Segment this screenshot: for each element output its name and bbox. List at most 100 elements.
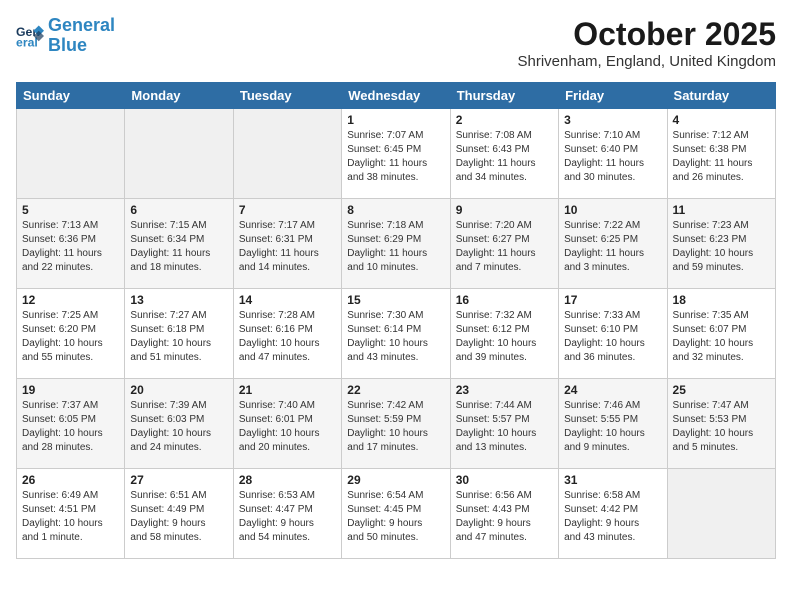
weekday-header-monday: Monday [125, 83, 233, 109]
cell-text: Sunrise: 7:12 AM Sunset: 6:38 PM Dayligh… [673, 129, 770, 185]
cell-text: Sunrise: 7:33 AM Sunset: 6:10 PM Dayligh… [564, 309, 661, 365]
calendar-week-row: 12 Sunrise: 7:25 AM Sunset: 6:20 PM Dayli… [17, 289, 776, 379]
calendar-week-row: 1 Sunrise: 7:07 AM Sunset: 6:45 PM Daylig… [17, 109, 776, 199]
day-number: 15 [347, 293, 444, 307]
calendar-cell: 19Sunrise: 7:37 AM Sunset: 6:05 PM Dayli… [17, 379, 125, 469]
calendar-week-row: 5 Sunrise: 7:13 AM Sunset: 6:36 PM Daylig… [17, 199, 776, 289]
day-number: 6 [130, 203, 227, 217]
day-number: 10 [564, 203, 661, 217]
svg-text:eral: eral [16, 35, 38, 49]
calendar-cell: 17 Sunrise: 7:33 AM Sunset: 6:10 PM Dayli… [559, 289, 667, 379]
cell-text: Sunrise: 6:56 AM Sunset: 4:43 PM Dayligh… [456, 489, 553, 545]
day-number: 19 [22, 383, 119, 397]
day-number: 26 [22, 473, 119, 487]
calendar-cell: 10Sunrise: 7:22 AM Sunset: 6:25 PM Dayli… [559, 199, 667, 289]
day-number: 29 [347, 473, 444, 487]
calendar-cell: 29 Sunrise: 6:54 AM Sunset: 4:45 PM Dayli… [342, 469, 450, 559]
cell-text: Sunrise: 6:53 AM Sunset: 4:47 PM Dayligh… [239, 489, 336, 545]
cell-text: Sunrise: 7:42 AM Sunset: 5:59 PM Dayligh… [347, 399, 444, 455]
calendar-cell: 14 Sunrise: 7:28 AM Sunset: 6:16 PM Dayli… [233, 289, 341, 379]
calendar-cell: 12 Sunrise: 7:25 AM Sunset: 6:20 PM Dayli… [17, 289, 125, 379]
day-number: 13 [130, 293, 227, 307]
cell-text: Sunrise: 7:44 AM Sunset: 5:57 PM Dayligh… [456, 399, 553, 455]
day-number: 12 [22, 293, 119, 307]
day-number: 27 [130, 473, 227, 487]
day-number: 30 [456, 473, 553, 487]
logo: Gen eral General Blue [16, 16, 115, 56]
calendar-cell: 24Sunrise: 7:46 AM Sunset: 5:55 PM Dayli… [559, 379, 667, 469]
cell-text: Sunrise: 7:28 AM Sunset: 6:16 PM Dayligh… [239, 309, 336, 365]
weekday-header-thursday: Thursday [450, 83, 558, 109]
calendar-cell: 28 Sunrise: 6:53 AM Sunset: 4:47 PM Dayli… [233, 469, 341, 559]
cell-text: Sunrise: 7:39 AM Sunset: 6:03 PM Dayligh… [130, 399, 227, 455]
page-header: Gen eral General Blue October 2025 Shriv… [16, 16, 776, 70]
calendar-cell [125, 109, 233, 199]
weekday-header-friday: Friday [559, 83, 667, 109]
calendar-cell: 6 Sunrise: 7:15 AM Sunset: 6:34 PM Daylig… [125, 199, 233, 289]
day-number: 22 [347, 383, 444, 397]
calendar-cell: 25Sunrise: 7:47 AM Sunset: 5:53 PM Dayli… [667, 379, 775, 469]
calendar-week-row: 26 Sunrise: 6:49 AM Sunset: 4:51 PM Dayli… [17, 469, 776, 559]
day-number: 2 [456, 113, 553, 127]
cell-text: Sunrise: 7:47 AM Sunset: 5:53 PM Dayligh… [673, 399, 770, 455]
month-title: October 2025 [518, 16, 777, 53]
calendar-table: SundayMondayTuesdayWednesdayThursdayFrid… [16, 82, 776, 559]
day-number: 23 [456, 383, 553, 397]
day-number: 18 [673, 293, 770, 307]
day-number: 4 [673, 113, 770, 127]
cell-text: Sunrise: 7:25 AM Sunset: 6:20 PM Dayligh… [22, 309, 119, 365]
cell-text: Sunrise: 6:54 AM Sunset: 4:45 PM Dayligh… [347, 489, 444, 545]
weekday-header-sunday: Sunday [17, 83, 125, 109]
cell-text: Sunrise: 7:15 AM Sunset: 6:34 PM Dayligh… [130, 219, 227, 275]
calendar-cell: 2 Sunrise: 7:08 AM Sunset: 6:43 PM Daylig… [450, 109, 558, 199]
day-number: 9 [456, 203, 553, 217]
logo-text-line2: Blue [48, 36, 115, 56]
calendar-cell [233, 109, 341, 199]
day-number: 21 [239, 383, 336, 397]
calendar-cell: 16Sunrise: 7:32 AM Sunset: 6:12 PM Dayli… [450, 289, 558, 379]
calendar-cell [667, 469, 775, 559]
weekday-header-saturday: Saturday [667, 83, 775, 109]
weekday-header-row: SundayMondayTuesdayWednesdayThursdayFrid… [17, 83, 776, 109]
calendar-cell: 31Sunrise: 6:58 AM Sunset: 4:42 PM Dayli… [559, 469, 667, 559]
calendar-cell: 13 Sunrise: 7:27 AM Sunset: 6:18 PM Dayli… [125, 289, 233, 379]
cell-text: Sunrise: 7:27 AM Sunset: 6:18 PM Dayligh… [130, 309, 227, 365]
cell-text: Sunrise: 7:17 AM Sunset: 6:31 PM Dayligh… [239, 219, 336, 275]
calendar-cell: 20 Sunrise: 7:39 AM Sunset: 6:03 PM Dayli… [125, 379, 233, 469]
day-number: 1 [347, 113, 444, 127]
calendar-cell: 5 Sunrise: 7:13 AM Sunset: 6:36 PM Daylig… [17, 199, 125, 289]
day-number: 5 [22, 203, 119, 217]
cell-text: Sunrise: 7:35 AM Sunset: 6:07 PM Dayligh… [673, 309, 770, 365]
logo-text-line1: General [48, 16, 115, 36]
cell-text: Sunrise: 7:32 AM Sunset: 6:12 PM Dayligh… [456, 309, 553, 365]
day-number: 20 [130, 383, 227, 397]
cell-text: Sunrise: 7:07 AM Sunset: 6:45 PM Dayligh… [347, 129, 444, 185]
day-number: 11 [673, 203, 770, 217]
calendar-cell: 8 Sunrise: 7:18 AM Sunset: 6:29 PM Daylig… [342, 199, 450, 289]
cell-text: Sunrise: 7:18 AM Sunset: 6:29 PM Dayligh… [347, 219, 444, 275]
calendar-cell: 4 Sunrise: 7:12 AM Sunset: 6:38 PM Daylig… [667, 109, 775, 199]
day-number: 31 [564, 473, 661, 487]
day-number: 8 [347, 203, 444, 217]
calendar-cell: 1 Sunrise: 7:07 AM Sunset: 6:45 PM Daylig… [342, 109, 450, 199]
calendar-cell: 21 Sunrise: 7:40 AM Sunset: 6:01 PM Dayli… [233, 379, 341, 469]
day-number: 28 [239, 473, 336, 487]
cell-text: Sunrise: 6:51 AM Sunset: 4:49 PM Dayligh… [130, 489, 227, 545]
calendar-cell: 26 Sunrise: 6:49 AM Sunset: 4:51 PM Dayli… [17, 469, 125, 559]
day-number: 7 [239, 203, 336, 217]
cell-text: Sunrise: 6:49 AM Sunset: 4:51 PM Dayligh… [22, 489, 119, 545]
day-number: 17 [564, 293, 661, 307]
calendar-cell: 9Sunrise: 7:20 AM Sunset: 6:27 PM Daylig… [450, 199, 558, 289]
calendar-cell: 22 Sunrise: 7:42 AM Sunset: 5:59 PM Dayli… [342, 379, 450, 469]
cell-text: Sunrise: 7:08 AM Sunset: 6:43 PM Dayligh… [456, 129, 553, 185]
logo-icon: Gen eral [16, 22, 44, 50]
day-number: 3 [564, 113, 661, 127]
cell-text: Sunrise: 7:40 AM Sunset: 6:01 PM Dayligh… [239, 399, 336, 455]
day-number: 14 [239, 293, 336, 307]
cell-text: Sunrise: 7:23 AM Sunset: 6:23 PM Dayligh… [673, 219, 770, 275]
day-number: 24 [564, 383, 661, 397]
cell-text: Sunrise: 7:13 AM Sunset: 6:36 PM Dayligh… [22, 219, 119, 275]
location: Shrivenham, England, United Kingdom [518, 53, 777, 70]
calendar-cell: 15Sunrise: 7:30 AM Sunset: 6:14 PM Dayli… [342, 289, 450, 379]
weekday-header-tuesday: Tuesday [233, 83, 341, 109]
